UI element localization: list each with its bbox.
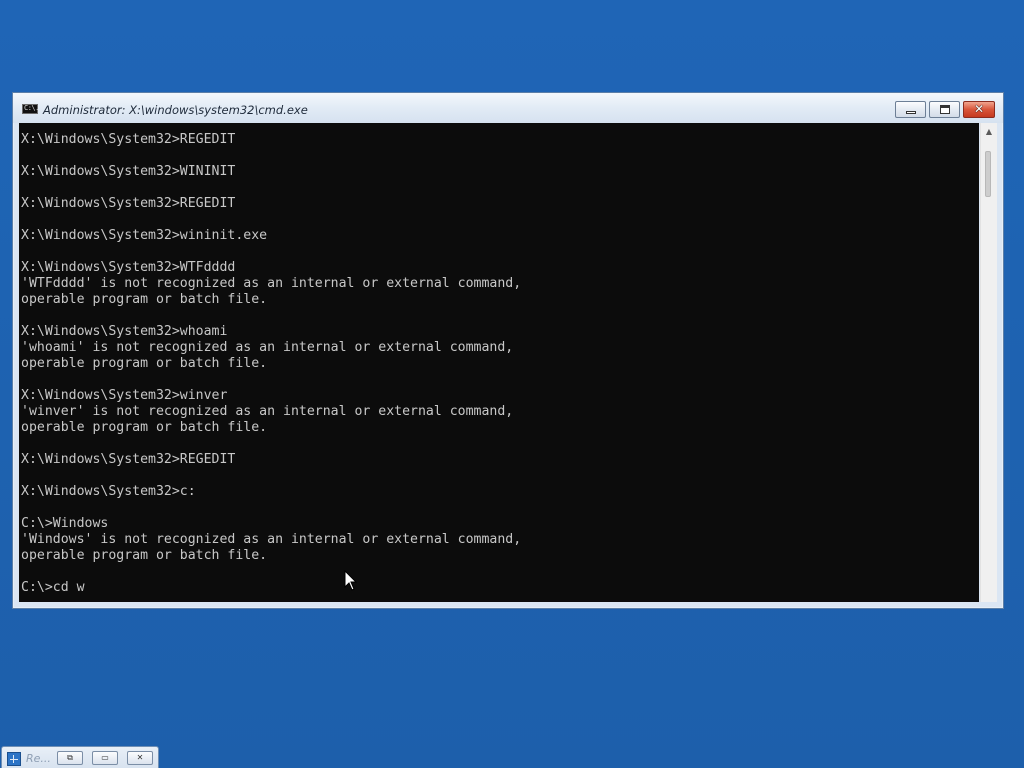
restore-button[interactable]: ⧉ <box>57 751 83 765</box>
console-line: X:\Windows\System32>c: <box>21 484 196 499</box>
console-output[interactable]: X:\Windows\System32>REGEDIT X:\Windows\Sy… <box>19 123 979 602</box>
desktop: C:\. Administrator: X:\windows\system32\… <box>0 0 1024 768</box>
console-line: X:\Windows\System32>WTFdddd <box>21 260 236 275</box>
minimized-window-tile[interactable]: Re... ⧉ ▭ ✕ <box>1 746 159 768</box>
console-line: 'Windows' is not recognized as an intern… <box>21 532 522 547</box>
console-lines: X:\Windows\System32>REGEDIT X:\Windows\Sy… <box>21 132 976 596</box>
close-tile-button[interactable]: ✕ <box>127 751 153 765</box>
console-line: 'whoami' is not recognized as an interna… <box>21 340 514 355</box>
console-line: 'WTFdddd' is not recognized as an intern… <box>21 276 522 291</box>
regedit-icon <box>7 752 21 766</box>
console-line: X:\Windows\System32>WININIT <box>21 164 236 179</box>
minimize-icon <box>906 111 916 114</box>
maximize-icon: ▭ <box>101 753 109 762</box>
console-line: operable program or batch file. <box>21 292 268 307</box>
console-icon[interactable]: C:\. <box>22 104 39 114</box>
console-line: X:\Windows\System32>REGEDIT <box>21 132 236 147</box>
console-line: C:\>Windows <box>21 516 109 531</box>
close-icon: ✕ <box>136 753 144 762</box>
title-bar[interactable]: C:\. Administrator: X:\windows\system32\… <box>13 93 1003 123</box>
window-title: Administrator: X:\windows\system32\cmd.e… <box>43 103 308 117</box>
scroll-up-arrow-icon[interactable]: ▲ <box>981 123 997 140</box>
console-line: X:\Windows\System32>whoami <box>21 324 228 339</box>
console-line: operable program or batch file. <box>21 356 268 371</box>
console-line: 'winver' is not recognized as an interna… <box>21 404 514 419</box>
restore-icon: ⧉ <box>67 753 73 762</box>
console-line: operable program or batch file. <box>21 420 268 435</box>
maximize-icon <box>940 105 950 114</box>
caption-buttons: ✕ <box>892 101 995 118</box>
close-button[interactable]: ✕ <box>963 101 995 118</box>
scroll-thumb[interactable] <box>985 151 991 197</box>
console-line: operable program or batch file. <box>21 548 268 563</box>
maximize-button[interactable] <box>929 101 960 118</box>
maximize-tile-button[interactable]: ▭ <box>92 751 118 765</box>
vertical-scrollbar[interactable]: ▲ <box>980 123 997 602</box>
minimize-button[interactable] <box>895 101 926 118</box>
console-line: X:\Windows\System32>REGEDIT <box>21 452 236 467</box>
mouse-pointer-icon <box>344 570 358 591</box>
console-line: C:\>cd w <box>21 580 85 595</box>
close-icon: ✕ <box>973 102 985 116</box>
console-line: X:\Windows\System32>wininit.exe <box>21 228 268 243</box>
console-icon-glyph: C:\. <box>24 104 39 112</box>
console-line: X:\Windows\System32>winver <box>21 388 228 403</box>
minimized-window-label: Re... <box>26 752 51 765</box>
command-prompt-window[interactable]: C:\. Administrator: X:\windows\system32\… <box>12 92 1004 609</box>
console-line: X:\Windows\System32>REGEDIT <box>21 196 236 211</box>
